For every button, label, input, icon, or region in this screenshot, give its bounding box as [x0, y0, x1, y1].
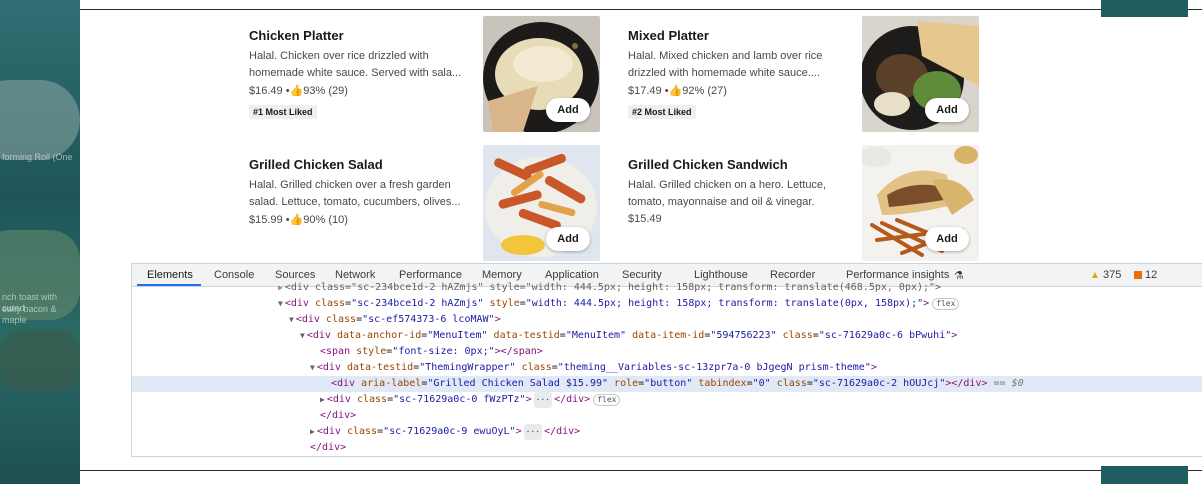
ellipsis-badge[interactable]: ···: [533, 392, 553, 408]
like-rating: 93% (29): [303, 85, 348, 97]
thumbs-up-icon: 👍: [668, 85, 683, 97]
tree-node[interactable]: ▶ <div class="sc-71629a0c-0 fWzPTz"> ··· </…: [132, 392, 1202, 408]
tree-node[interactable]: </div>: [132, 440, 1202, 456]
attr-value: sc-ef574373-6 lcoMAW: [368, 314, 489, 325]
menu-item-description: Halal. Grilled chicken over a fresh gard…: [249, 177, 477, 211]
attr-value: button: [650, 378, 687, 389]
attr-value: ThemingWrapper: [425, 362, 510, 373]
expand-arrow-icon[interactable]: ▶: [278, 283, 283, 292]
tree-node-selected[interactable]: <div aria-label="Grilled Chicken Salad $…: [132, 376, 1202, 392]
description-line: homemade white sauce. Served with sala..…: [249, 67, 462, 79]
attr-value: sc-71629a0c-0 fWzPTz: [399, 394, 520, 405]
background-food-shape: [0, 80, 80, 160]
attr-value: 594756223: [716, 330, 771, 341]
attr-value: sc-71629a0c-2 hOUJcj: [818, 378, 940, 389]
expand-arrow-icon[interactable]: ▶: [320, 395, 325, 404]
menu-item-meta: $15.99 •👍90% (10): [249, 213, 348, 226]
background-text: eaky bacon & maple: [2, 304, 57, 325]
flex-badge[interactable]: flex: [593, 394, 621, 406]
menu-item-title: Grilled Chicken Sandwich: [628, 157, 788, 172]
tree-node[interactable]: </div>: [132, 408, 1202, 424]
expand-arrow-icon[interactable]: ▶: [310, 427, 315, 436]
tree-node[interactable]: ▼ <div class="sc-234bce1d-2 hAZmjs" style…: [132, 296, 1202, 312]
collapse-arrow-icon[interactable]: ▼: [300, 331, 305, 340]
background-image-panel: forming Roll (One nch toast with cured e…: [0, 0, 80, 484]
price: $15.49: [628, 213, 662, 225]
description-line: Halal. Mixed chicken and lamb over rice: [628, 50, 823, 62]
tree-node[interactable]: <span style="font-size: 0px;"></span>: [132, 344, 1202, 360]
flex-badge[interactable]: flex: [932, 298, 960, 310]
menu-item-description: Halal. Chicken over rice drizzled with h…: [249, 48, 477, 82]
attr-value: Grilled Chicken Salad $15.99: [433, 378, 602, 389]
add-button[interactable]: Add: [925, 98, 969, 122]
like-rating: 90% (10): [303, 214, 348, 226]
issue-icon: [1134, 271, 1142, 280]
menu-item-card[interactable]: Grilled Chicken Salad Halal. Grilled chi…: [237, 145, 600, 261]
price: $15.99: [249, 214, 283, 226]
menu-item-title: Grilled Chicken Salad: [249, 157, 383, 172]
background-food-shape: [0, 330, 80, 390]
menu-item-meta: $15.49: [628, 213, 662, 225]
menu-item-card[interactable]: Chicken Platter Halal. Chicken over rice…: [237, 16, 600, 132]
decorative-tab: [1101, 466, 1188, 484]
description-line: Halal. Grilled chicken over a fresh gard…: [249, 179, 451, 191]
attr-value: sc-71629a0c-6 bPwuhi: [824, 330, 946, 341]
ellipsis-badge[interactable]: ···: [523, 424, 543, 440]
add-button[interactable]: Add: [546, 227, 590, 251]
menu-item-card[interactable]: Grilled Chicken Sandwich Halal. Grilled …: [616, 145, 979, 261]
attr-value: font-size: 0px;: [398, 346, 489, 357]
attr-value: 0: [758, 378, 765, 389]
attr-value: MenuItem: [433, 330, 482, 341]
description-line: salad. Lettuce, tomato, cucumbers, olive…: [249, 196, 461, 208]
attr-value: sc-71629a0c-9 ewuOyL: [389, 426, 510, 437]
menu-item-description: Halal. Mixed chicken and lamb over rice …: [628, 48, 856, 82]
attr-value: sc-234bce1d-2 hAZmjs: [357, 298, 478, 309]
console-ref: == $0: [993, 378, 1024, 389]
most-liked-badge: #1 Most Liked: [249, 105, 317, 119]
menu-item-meta: $16.49 •👍93% (29): [249, 84, 348, 97]
collapse-arrow-icon[interactable]: ▼: [289, 315, 294, 324]
thumbs-up-icon: 👍: [289, 85, 304, 97]
description-line: tomato, mayonnaise and oil & vinegar.: [628, 196, 815, 208]
tree-node[interactable]: ▼ <div data-testid="ThemingWrapper" class…: [132, 360, 1202, 376]
attr-value: width: 444.5px; height: 158px; transform…: [531, 298, 918, 309]
description-line: drizzled with homemade white sauce....: [628, 67, 820, 79]
price: $16.49: [249, 85, 283, 97]
divider: [80, 470, 1202, 471]
decorative-tab: [1101, 0, 1188, 17]
collapse-arrow-icon[interactable]: ▼: [310, 363, 315, 372]
menu-item-card[interactable]: Mixed Platter Halal. Mixed chicken and l…: [616, 16, 979, 132]
add-button[interactable]: Add: [925, 227, 969, 251]
elements-tree: ▶ <div class="sc-234bce1d-2 hAZmjs" style…: [132, 282, 1202, 456]
tree-node[interactable]: ▶ <div class="sc-234bce1d-2 hAZmjs" style…: [132, 280, 1202, 296]
menu-item-description: Halal. Grilled chicken on a hero. Lettuc…: [628, 177, 856, 211]
divider: [80, 9, 1202, 10]
tree-node[interactable]: ▼ <div class="sc-ef574373-6 lcoMAW">: [132, 312, 1202, 328]
description-line: Halal. Grilled chicken on a hero. Lettuc…: [628, 179, 827, 191]
description-line: Halal. Chicken over rice drizzled with: [249, 50, 429, 62]
tree-node[interactable]: ▶ <div class="sc-71629a0c-9 ewuOyL"> ··· </…: [132, 424, 1202, 440]
menu-item-title: Mixed Platter: [628, 28, 709, 43]
most-liked-badge: #2 Most Liked: [628, 105, 696, 119]
add-button[interactable]: Add: [546, 98, 590, 122]
attr-value: theming__Variables-sc-13zpr7a-0 bJgegN p…: [563, 362, 865, 373]
devtools-panel: Elements Console Sources Network Perform…: [131, 263, 1202, 457]
background-text: forming Roll (One: [2, 152, 73, 162]
node-text: <div class="sc-234bce1d-2 hAZmjs" style=…: [284, 282, 942, 293]
menu-item-meta: $17.49 •👍92% (27): [628, 84, 727, 97]
tree-node[interactable]: ▼ <div data-anchor-id="MenuItem" data-tes…: [132, 328, 1202, 344]
attr-value: MenuItem: [571, 330, 621, 341]
like-rating: 92% (27): [682, 85, 727, 97]
collapse-arrow-icon[interactable]: ▼: [278, 299, 283, 308]
price: $17.49: [628, 85, 662, 97]
menu-item-title: Chicken Platter: [249, 28, 344, 43]
thumbs-up-icon: 👍: [289, 214, 304, 226]
